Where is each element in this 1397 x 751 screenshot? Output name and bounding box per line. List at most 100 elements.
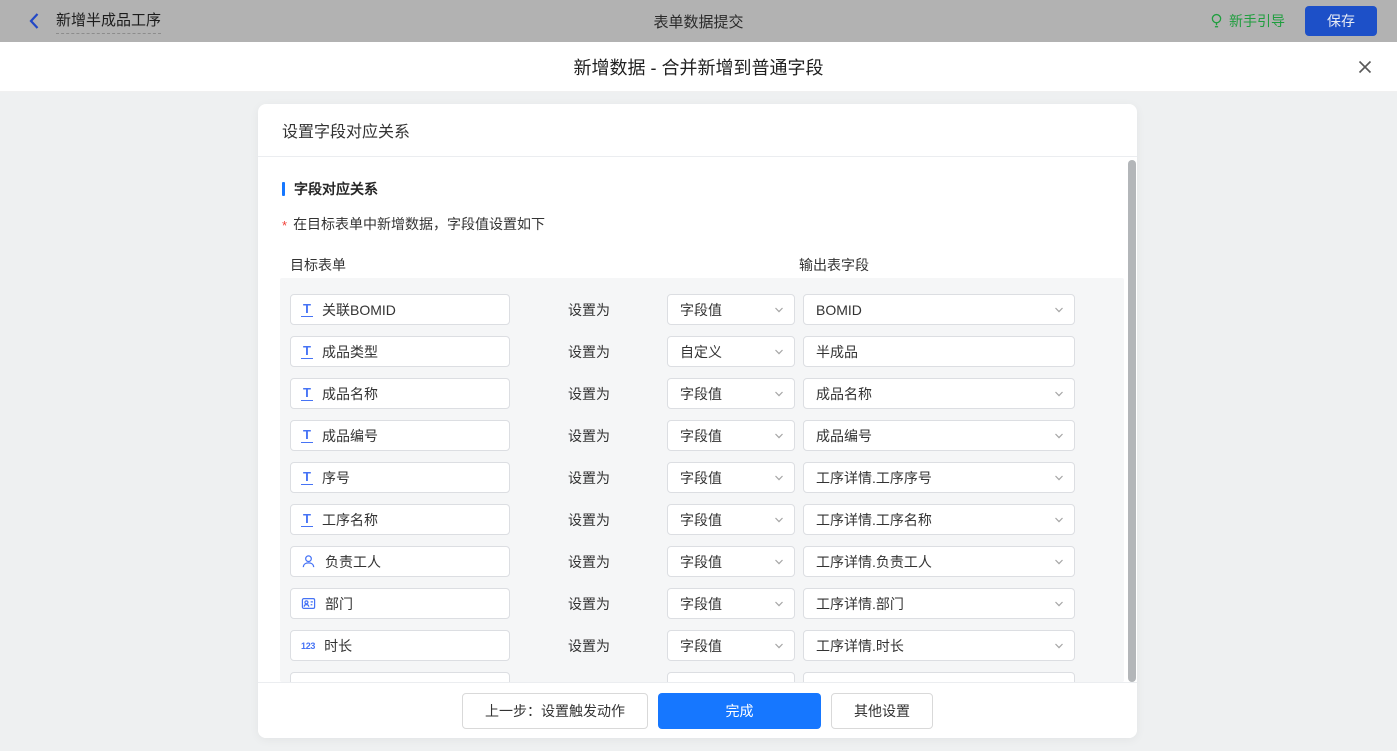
chevron-down-icon (1054, 599, 1064, 609)
output-field-label: 工序详情.负责工人 (816, 553, 932, 570)
custom-value-input[interactable]: 半成品 (803, 336, 1075, 367)
required-marker: * (282, 218, 288, 233)
chevron-down-icon (1054, 431, 1064, 441)
chevron-down-icon (1054, 389, 1064, 399)
chevron-down-icon (774, 347, 784, 357)
save-button[interactable]: 保存 (1305, 6, 1377, 36)
table-row: T 成品编号 设置为 字段值 成品编号 (280, 420, 1124, 451)
output-field-select[interactable]: 工序详情.工序序号 (803, 462, 1075, 493)
target-field[interactable]: 部门 (290, 588, 510, 619)
table-row: 部门 设置为 字段值 工序详情.部门 (280, 588, 1124, 619)
value-mode-select[interactable]: 字段值 (667, 588, 795, 619)
node-title: 表单数据提交 (653, 13, 744, 31)
other-settings-button[interactable]: 其他设置 (831, 692, 933, 729)
chevron-down-icon (774, 389, 784, 399)
chevron-down-icon (774, 599, 784, 609)
guide-link[interactable]: 新手引导 (1209, 11, 1285, 31)
table-row: 123 时长 设置为 字段值 工序详情.时长 (280, 630, 1124, 661)
table-row: T 关联BOMID 设置为 字段值 BOMID (280, 294, 1124, 325)
target-field-label: 时长 (324, 637, 353, 654)
set-as-label: 设置为 (568, 343, 610, 360)
finish-button[interactable]: 完成 (658, 692, 821, 729)
set-as-label: 设置为 (568, 553, 610, 570)
output-field-label: 工序详情.部门 (816, 595, 904, 612)
target-field[interactable]: T 成品类型 (290, 336, 510, 367)
output-field-select[interactable] (803, 672, 1075, 682)
output-field-select[interactable]: BOMID (803, 294, 1075, 325)
chevron-down-icon (1054, 305, 1064, 315)
guide-lightbulb-icon (1209, 13, 1224, 29)
target-field[interactable]: 负责工人 (290, 546, 510, 577)
output-field-select[interactable]: 成品编号 (803, 420, 1075, 451)
chevron-down-icon (1054, 641, 1064, 651)
output-field-label: 工序详情.时长 (816, 637, 904, 654)
close-icon[interactable] (1357, 59, 1373, 75)
value-mode-label: 自定义 (680, 343, 722, 360)
set-as-label: 设置为 (568, 595, 610, 612)
chevron-down-icon (774, 305, 784, 315)
value-mode-select[interactable]: 字段值 (667, 294, 795, 325)
panel-title: 设置字段对应关系 (258, 104, 1137, 157)
scrollbar-thumb[interactable] (1128, 160, 1136, 682)
topbar: 新增半成品工序 表单数据提交 新手引导 保存 (0, 0, 1397, 42)
target-field[interactable]: T 关联BOMID (290, 294, 510, 325)
output-field-label: 工序详情.工序序号 (816, 469, 932, 486)
value-mode-select[interactable]: 字段值 (667, 630, 795, 661)
value-mode-label: 字段值 (680, 595, 722, 612)
value-mode-select[interactable]: 字段值 (667, 378, 795, 409)
set-as-label: 设置为 (568, 469, 610, 486)
target-field[interactable]: T 成品编号 (290, 420, 510, 451)
mapping-list: T 关联BOMID 设置为 字段值 BOMID T 成品类型 设置为 自定义 半成品 T 成品名称 设置… (280, 278, 1124, 682)
target-field-label: 关联BOMID (322, 301, 396, 318)
value-mode-select[interactable]: 自定义 (667, 336, 795, 367)
table-row: T 成品类型 设置为 自定义 半成品 (280, 336, 1124, 367)
value-mode-label: 字段值 (680, 637, 722, 654)
value-mode-label: 字段值 (680, 469, 722, 486)
target-field[interactable]: T 序号 (290, 462, 510, 493)
output-field-select[interactable]: 工序详情.负责工人 (803, 546, 1075, 577)
back-button[interactable] (26, 12, 42, 30)
value-mode-select[interactable]: 字段值 (667, 462, 795, 493)
target-field-label: 工序名称 (322, 511, 378, 528)
output-field-label: 成品编号 (816, 427, 872, 444)
target-field-label: 序号 (322, 469, 350, 486)
table-row: 负责工人 设置为 字段值 工序详情.负责工人 (280, 546, 1124, 577)
target-field[interactable]: 123 时长 (290, 630, 510, 661)
set-as-label: 设置为 (568, 511, 610, 528)
value-mode-select[interactable]: 字段值 (667, 420, 795, 451)
workflow-title[interactable]: 新增半成品工序 (56, 9, 162, 34)
panel-footer: 上一步：设置触发动作 完成 其他设置 (258, 682, 1137, 738)
value-mode-select[interactable]: 字段值 (667, 504, 795, 535)
value-mode-label: 字段值 (680, 553, 722, 570)
value-mode-select[interactable] (667, 672, 795, 682)
target-field[interactable]: T 成品名称 (290, 378, 510, 409)
value-mode-select[interactable]: 字段值 (667, 546, 795, 577)
dialog-header: 新增数据 - 合并新增到普通字段 (0, 42, 1397, 92)
output-field-select[interactable]: 成品名称 (803, 378, 1075, 409)
section-accent-bar (282, 182, 285, 196)
target-field[interactable] (290, 672, 510, 682)
previous-step-button[interactable]: 上一步：设置触发动作 (462, 692, 648, 729)
target-field-label: 成品名称 (322, 385, 378, 402)
table-row: T 序号 设置为 字段值 工序详情.工序序号 (280, 462, 1124, 493)
guide-label: 新手引导 (1229, 13, 1285, 29)
note-text: 在目标表单中新增数据，字段值设置如下 (293, 216, 546, 232)
target-field-label: 成品类型 (322, 343, 378, 360)
dialog-title: 新增数据 - 合并新增到普通字段 (573, 57, 824, 78)
output-field-label: 工序详情.工序名称 (816, 511, 932, 528)
table-row-partial (280, 672, 1124, 682)
chevron-down-icon (774, 557, 784, 567)
target-field[interactable]: T 工序名称 (290, 504, 510, 535)
set-as-label: 设置为 (568, 385, 610, 402)
set-as-label: 设置为 (568, 427, 610, 444)
field-mapping-panel: 设置字段对应关系 字段对应关系 * 在目标表单中新增数据，字段值设置如下 目标表… (258, 104, 1137, 738)
set-as-label: 设置为 (568, 637, 610, 654)
chevron-down-icon (774, 641, 784, 651)
output-field-select[interactable]: 工序详情.时长 (803, 630, 1075, 661)
output-field-select[interactable]: 工序详情.部门 (803, 588, 1075, 619)
output-field-select[interactable]: 工序详情.工序名称 (803, 504, 1075, 535)
custom-value-text: 半成品 (816, 343, 858, 360)
value-mode-label: 字段值 (680, 427, 722, 444)
target-field-label: 成品编号 (322, 427, 378, 444)
value-mode-label: 字段值 (680, 301, 722, 318)
